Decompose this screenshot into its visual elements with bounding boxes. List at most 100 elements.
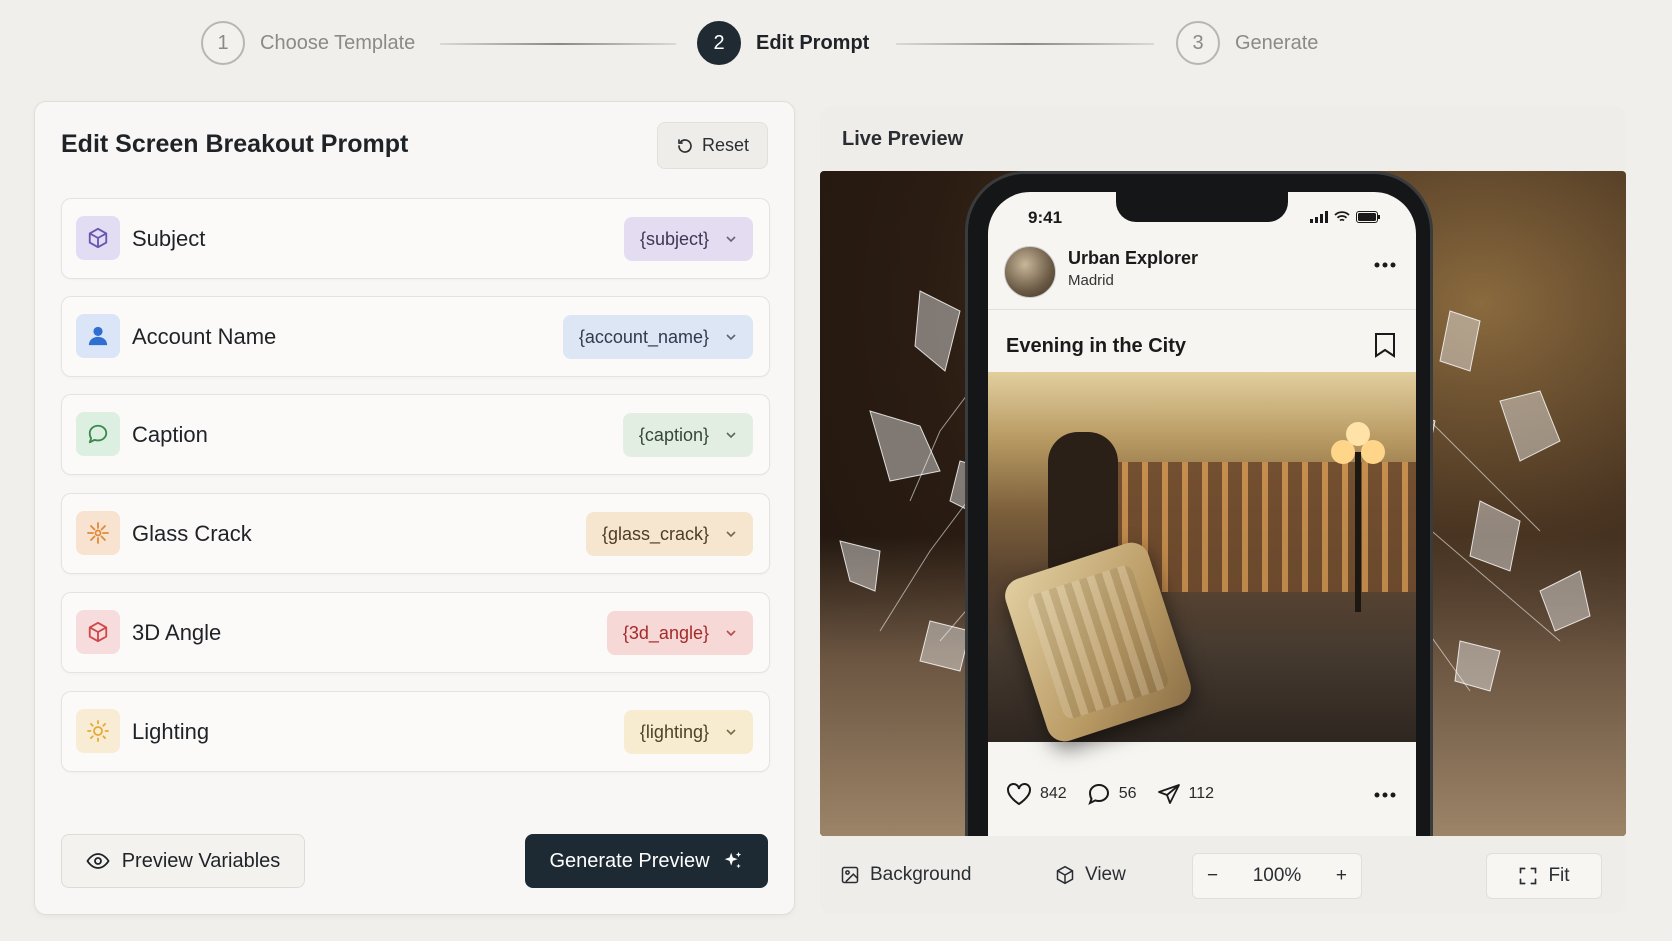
variable-label: Subject (132, 226, 206, 251)
variable-row-account-name[interactable]: Account Name {account_name} (61, 296, 770, 377)
battery-icon (1356, 211, 1380, 223)
step-label: Choose Template (260, 31, 416, 54)
signal-icon (1310, 211, 1328, 223)
status-icons (1310, 211, 1380, 223)
more-options-icon[interactable] (1374, 262, 1396, 268)
status-time: 9:41 (1028, 208, 1063, 227)
preview-variables-button[interactable]: Preview Variables (61, 834, 305, 888)
step-label: Generate (1235, 31, 1319, 54)
variable-token-select[interactable]: {3d_angle} (606, 611, 753, 655)
expand-icon (1520, 867, 1537, 885)
sparkle-icon (724, 851, 741, 869)
variable-row-subject[interactable]: Subject {subject} (61, 198, 770, 279)
phone-mockup: 9:41 Urban Explorer Madrid Evening in th… (965, 171, 1433, 836)
variable-label: 3D Angle (132, 620, 222, 645)
like-action[interactable]: 842 (1006, 782, 1067, 806)
step-label: Edit Prompt (756, 31, 870, 54)
variable-token: {lighting} (639, 721, 709, 742)
preview-canvas[interactable]: 9:41 Urban Explorer Madrid Evening in th… (820, 171, 1626, 836)
post-account-name[interactable]: Urban Explorer (1068, 248, 1198, 269)
step-connector (896, 43, 1154, 45)
chevron-down-icon (726, 531, 736, 538)
cube-icon (76, 216, 120, 260)
zoom-control: − 100% + (1192, 853, 1362, 899)
zoom-out-button[interactable]: − (1207, 865, 1218, 887)
zoom-level: 100% (1252, 865, 1302, 886)
phone-screen: 9:41 Urban Explorer Madrid Evening in th… (988, 192, 1416, 836)
heart-icon (1007, 783, 1031, 806)
cube-icon (1056, 865, 1074, 885)
variable-token: {account_name} (578, 326, 709, 347)
variable-token: {subject} (639, 228, 709, 249)
generate-preview-label: Generate Preview (549, 849, 710, 872)
like-count: 842 (1040, 785, 1067, 802)
background-button[interactable]: Background (840, 853, 971, 897)
post-location: Madrid (1068, 272, 1114, 289)
variable-row-glass-crack[interactable]: Glass Crack {glass_crack} (61, 493, 770, 574)
burst-icon (76, 511, 120, 555)
view-button[interactable]: View (1055, 853, 1126, 897)
chevron-down-icon (726, 630, 736, 637)
step-choose-template[interactable]: 1 Choose Template (201, 18, 415, 68)
post-title: Evening in the City (1006, 335, 1187, 357)
cube-outline-icon (76, 610, 120, 654)
generate-preview-button[interactable]: Generate Preview (525, 834, 768, 888)
background-label: Background (870, 864, 972, 885)
variable-token-select[interactable]: {lighting} (623, 710, 753, 754)
step-edit-prompt[interactable]: 2 Edit Prompt (697, 18, 869, 68)
image-icon (841, 866, 859, 884)
variable-token-select[interactable]: {caption} (622, 413, 753, 457)
variable-token-select[interactable]: {subject} (623, 217, 753, 261)
variable-token-select[interactable]: {account_name} (562, 315, 753, 359)
live-preview-panel: Live Preview 9:41 Urban Explorer Madrid … (820, 106, 1626, 914)
fit-button[interactable]: Fit (1486, 853, 1602, 899)
chevron-down-icon (726, 334, 736, 341)
wifi-icon (1334, 211, 1350, 222)
fit-label: Fit (1548, 865, 1570, 886)
variable-row-3d-angle[interactable]: 3D Angle {3d_angle} (61, 592, 770, 673)
step-number: 2 (697, 21, 741, 65)
comment-count: 56 (1118, 785, 1137, 802)
variable-token: {glass_crack} (601, 523, 709, 544)
speech-bubble-icon (76, 412, 120, 456)
post-image (988, 372, 1416, 747)
step-generate[interactable]: 3 Generate (1176, 18, 1318, 68)
more-options-icon[interactable] (1374, 792, 1396, 798)
share-action[interactable]: 112 (1157, 783, 1215, 805)
variable-label: Caption (132, 422, 208, 447)
variable-row-lighting[interactable]: Lighting {lighting} (61, 691, 770, 772)
variable-label: Lighting (132, 719, 210, 744)
avatar[interactable] (1004, 246, 1056, 298)
zoom-in-button[interactable]: + (1336, 865, 1347, 887)
live-preview-title: Live Preview (842, 128, 964, 150)
step-number: 1 (201, 21, 245, 65)
sun-icon (76, 709, 120, 753)
step-connector (440, 43, 676, 45)
panel-title: Edit Screen Breakout Prompt (61, 130, 409, 158)
preview-variables-label: Preview Variables (121, 849, 281, 872)
chevron-down-icon (726, 236, 736, 243)
reset-icon (678, 138, 692, 153)
chevron-down-icon (726, 432, 736, 439)
variable-label: Account Name (132, 324, 277, 349)
variable-token-select[interactable]: {glass_crack} (585, 512, 753, 556)
send-icon (1157, 784, 1180, 804)
bookmark-icon[interactable] (1374, 332, 1396, 358)
variable-token: {caption} (638, 424, 709, 445)
reset-button[interactable]: Reset (657, 122, 768, 169)
eye-icon (86, 853, 110, 869)
comment-action[interactable]: 56 (1087, 782, 1137, 806)
street-lamp-graphic (1331, 422, 1385, 612)
phone-notch (1116, 192, 1288, 222)
chevron-down-icon (726, 729, 736, 736)
user-icon (76, 314, 120, 358)
comment-icon (1087, 783, 1109, 805)
step-number: 3 (1176, 21, 1220, 65)
share-count: 112 (1188, 785, 1215, 802)
variable-label: Glass Crack (132, 521, 252, 546)
stepper: 1 Choose Template 2 Edit Prompt 3 Genera… (0, 18, 1672, 68)
post-actions: 842 56 112 (1006, 782, 1228, 806)
post-header: Urban Explorer Madrid (988, 242, 1416, 310)
prompt-editor-panel: Edit Screen Breakout Prompt Reset Subjec… (34, 101, 795, 915)
variable-row-caption[interactable]: Caption {caption} (61, 394, 770, 475)
